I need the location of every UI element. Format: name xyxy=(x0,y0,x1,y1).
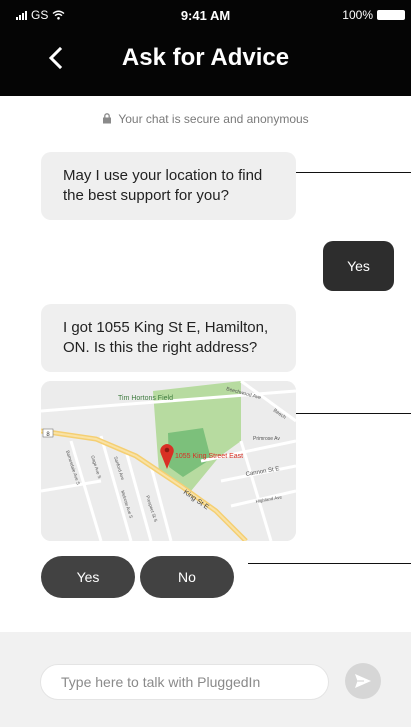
status-right: 100% xyxy=(342,8,405,22)
phone-screen: GS 9:41 AM 100% Ask for Advice Your chat… xyxy=(0,0,411,727)
secure-notice-text: Your chat is secure and anonymous xyxy=(118,112,309,126)
battery-percent: 100% xyxy=(342,8,373,22)
quick-reply-no-button[interactable]: No xyxy=(140,556,234,598)
annotation-line xyxy=(248,563,411,564)
annotation-line xyxy=(296,413,411,414)
map-graphic: 8 Tim Hortons Field Beechwood Ave Beech … xyxy=(41,381,296,541)
send-button[interactable] xyxy=(345,663,381,699)
annotation-line xyxy=(296,172,411,173)
park-label: Tim Hortons Field xyxy=(118,395,173,402)
secure-notice: Your chat is secure and anonymous xyxy=(0,112,411,126)
page-title: Ask for Advice xyxy=(121,44,290,71)
pin-address-label: 1055 King Street East xyxy=(175,453,243,460)
send-arrow-icon xyxy=(355,674,371,688)
message-input[interactable] xyxy=(40,664,329,700)
status-bar: GS 9:41 AM 100% xyxy=(0,6,411,26)
lock-icon xyxy=(103,113,112,124)
user-message-yes: Yes xyxy=(323,241,394,291)
quick-reply-yes-button[interactable]: Yes xyxy=(41,556,135,598)
battery-icon xyxy=(377,10,405,20)
location-map[interactable]: 8 Tim Hortons Field Beechwood Ave Beech … xyxy=(41,381,296,541)
primrose-label: Primrose Av xyxy=(253,436,280,442)
bot-message-location-request: May I use your location to find the best… xyxy=(41,152,296,220)
bot-message-address-confirm: I got 1055 King St E, Hamilton, ON. Is t… xyxy=(41,304,296,372)
header-bar: GS 9:41 AM 100% Ask for Advice xyxy=(0,0,411,96)
